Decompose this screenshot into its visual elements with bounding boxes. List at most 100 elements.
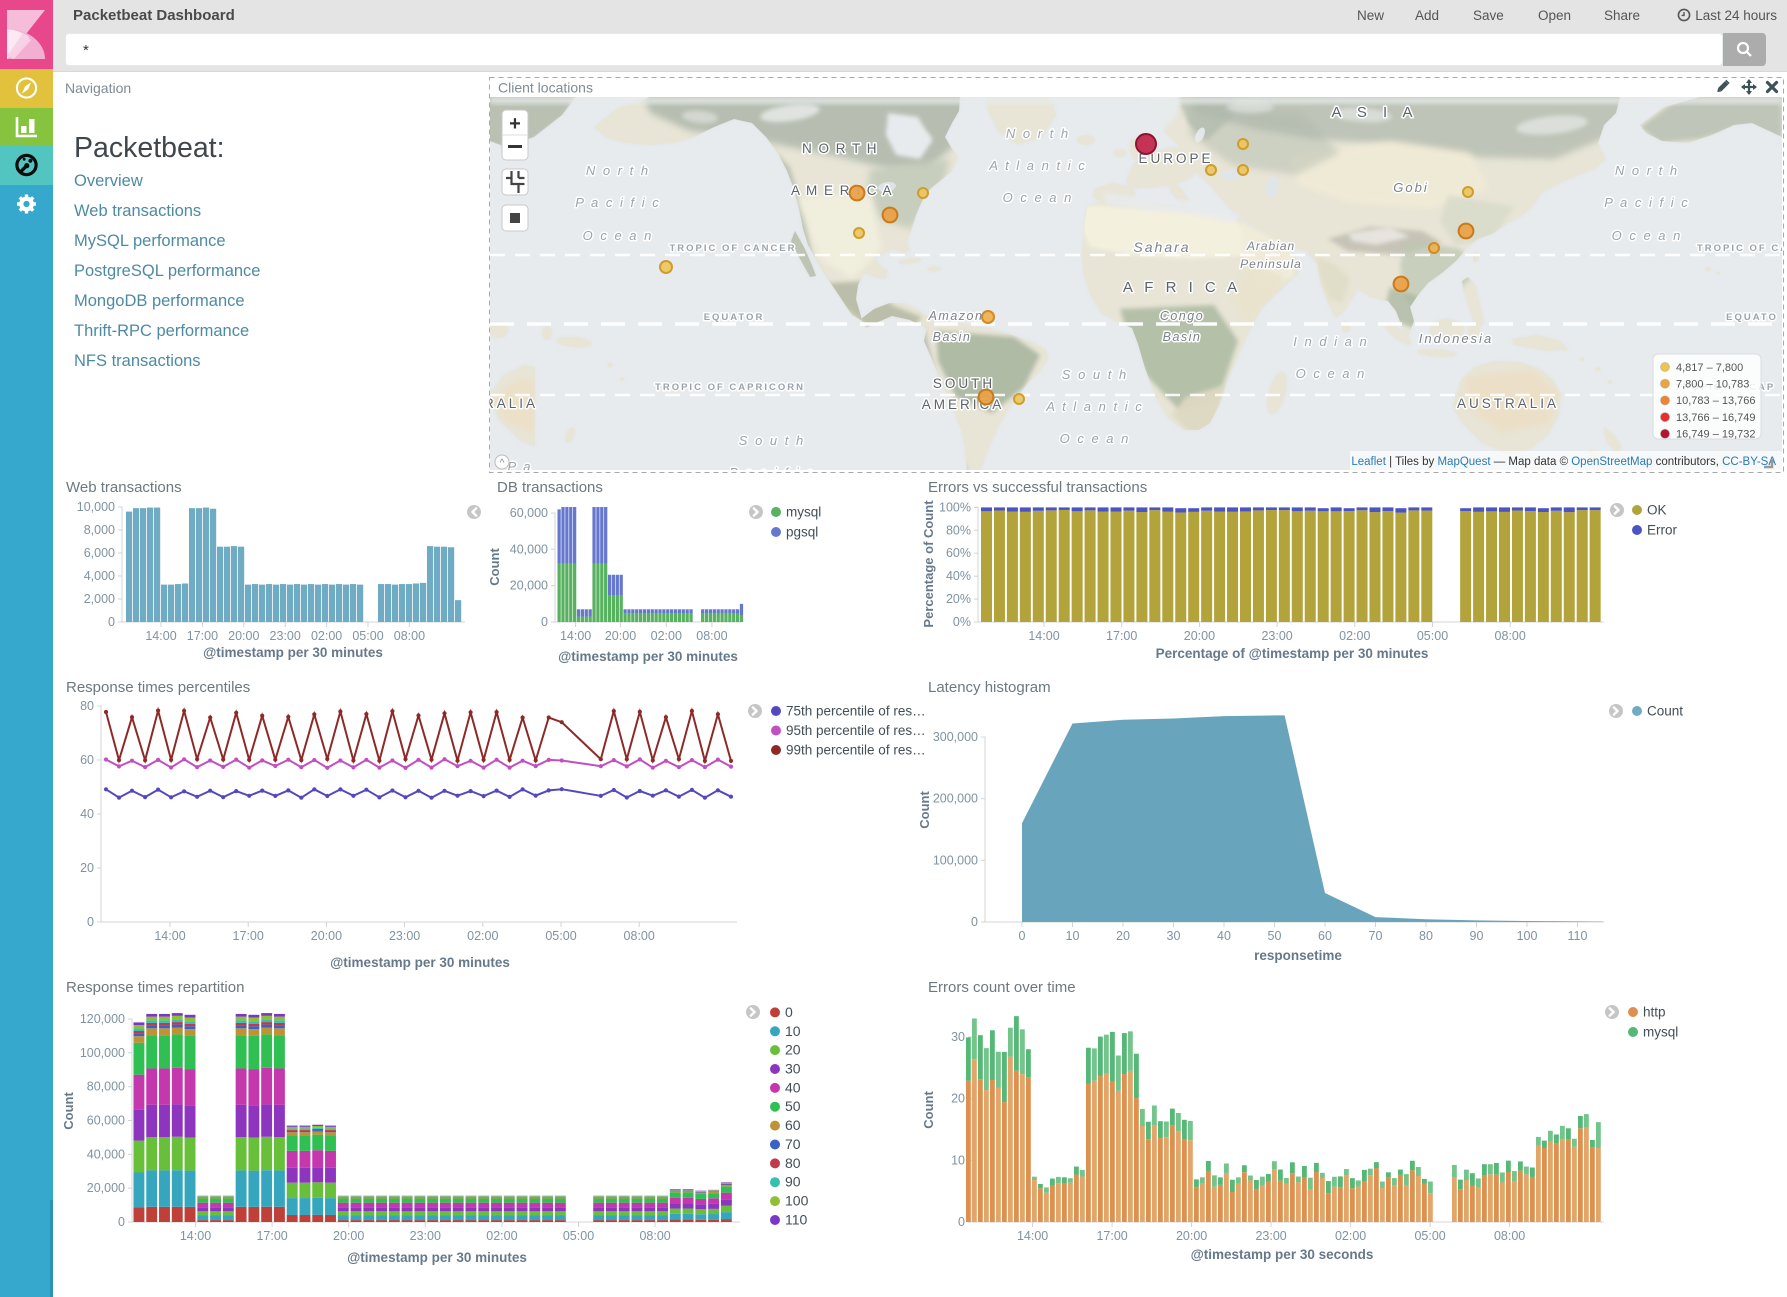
svg-text:120,000: 120,000 [80, 1012, 125, 1026]
svg-text:2,000: 2,000 [84, 592, 115, 606]
svg-text:Count: Count [917, 791, 932, 829]
svg-text:50: 50 [1268, 929, 1282, 943]
svg-text:02:00: 02:00 [486, 1229, 517, 1243]
svg-text:0: 0 [958, 1215, 965, 1229]
svg-text:14:00: 14:00 [180, 1229, 211, 1243]
svg-text:@timestamp per 30 minutes: @timestamp per 30 minutes [330, 955, 510, 970]
svg-text:mysql: mysql [1643, 1025, 1678, 1040]
svg-text:60,000: 60,000 [87, 1114, 125, 1128]
svg-text:0%: 0% [953, 615, 971, 629]
svg-text:8,000: 8,000 [84, 523, 115, 537]
svg-text:20: 20 [785, 1042, 801, 1058]
svg-text:20:00: 20:00 [311, 929, 342, 943]
svg-text:@timestamp per 30 seconds: @timestamp per 30 seconds [1191, 1247, 1374, 1262]
svg-text:08:00: 08:00 [394, 629, 425, 643]
svg-text:Error: Error [1647, 523, 1678, 538]
svg-text:17:00: 17:00 [256, 1229, 287, 1243]
svg-text:responsetime: responsetime [1254, 948, 1342, 963]
svg-text:90: 90 [785, 1174, 801, 1190]
svg-text:30: 30 [1167, 929, 1181, 943]
svg-text:100: 100 [785, 1193, 809, 1209]
svg-text:30: 30 [785, 1061, 801, 1077]
svg-text:08:00: 08:00 [1495, 629, 1526, 643]
svg-text:50: 50 [785, 1098, 801, 1114]
svg-text:80%: 80% [946, 523, 971, 537]
svg-text:80,000: 80,000 [87, 1080, 125, 1094]
svg-text:60: 60 [1318, 929, 1332, 943]
svg-text:05:00: 05:00 [352, 629, 383, 643]
svg-text:20:00: 20:00 [1176, 1229, 1207, 1243]
svg-text:OK: OK [1647, 503, 1667, 518]
svg-text:08:00: 08:00 [1494, 1229, 1525, 1243]
svg-text:75th percentile of res…: 75th percentile of res… [786, 704, 926, 719]
svg-text:30: 30 [951, 1030, 965, 1044]
svg-text:17:00: 17:00 [1106, 629, 1137, 643]
svg-text:08:00: 08:00 [624, 929, 655, 943]
svg-text:20:00: 20:00 [605, 629, 636, 643]
svg-text:70: 70 [785, 1136, 801, 1152]
svg-text:02:00: 02:00 [311, 629, 342, 643]
svg-text:100,000: 100,000 [933, 853, 978, 867]
svg-text:23:00: 23:00 [410, 1229, 441, 1243]
svg-text:110: 110 [785, 1212, 808, 1228]
svg-text:0: 0 [785, 1004, 793, 1020]
svg-text:10: 10 [951, 1153, 965, 1167]
svg-text:40: 40 [785, 1079, 801, 1095]
svg-text:80: 80 [80, 699, 94, 713]
svg-text:Count: Count [61, 1092, 76, 1130]
svg-text:@timestamp per 30 minutes: @timestamp per 30 minutes [203, 645, 383, 660]
svg-text:14:00: 14:00 [560, 629, 591, 643]
svg-text:95th percentile of res…: 95th percentile of res… [786, 723, 926, 738]
svg-text:Count: Count [921, 1091, 936, 1129]
svg-text:02:00: 02:00 [467, 929, 498, 943]
svg-text:60,000: 60,000 [510, 506, 548, 520]
svg-text:0: 0 [1019, 929, 1026, 943]
svg-text:20:00: 20:00 [228, 629, 259, 643]
svg-text:@timestamp per 30 minutes: @timestamp per 30 minutes [558, 649, 738, 664]
svg-text:14:00: 14:00 [154, 929, 185, 943]
svg-text:20%: 20% [946, 592, 971, 606]
svg-text:14:00: 14:00 [1017, 1229, 1048, 1243]
svg-text:0: 0 [87, 915, 94, 929]
svg-text:0: 0 [971, 915, 978, 929]
svg-text:Errors vs successful transacti: Errors vs successful transactions [928, 479, 1147, 496]
svg-text:60: 60 [80, 753, 94, 767]
svg-text:100,000: 100,000 [80, 1046, 125, 1060]
svg-text:40: 40 [1217, 929, 1231, 943]
svg-text:mysql: mysql [786, 505, 821, 520]
svg-text:80: 80 [785, 1155, 801, 1171]
svg-text:02:00: 02:00 [1339, 629, 1370, 643]
svg-text:08:00: 08:00 [639, 1229, 670, 1243]
svg-text:100%: 100% [939, 500, 971, 514]
svg-text:Response times percentiles: Response times percentiles [66, 679, 250, 696]
svg-text:02:00: 02:00 [651, 629, 682, 643]
svg-text:14:00: 14:00 [1028, 629, 1059, 643]
svg-text:Count: Count [1647, 704, 1683, 719]
svg-text:Response times repartition: Response times repartition [66, 979, 244, 996]
svg-text:6,000: 6,000 [84, 546, 115, 560]
svg-text:14:00: 14:00 [145, 629, 176, 643]
svg-text:10: 10 [785, 1023, 801, 1039]
svg-text:20: 20 [951, 1092, 965, 1106]
svg-text:20: 20 [1116, 929, 1130, 943]
svg-text:10,000: 10,000 [77, 500, 115, 514]
svg-text:0: 0 [118, 1215, 125, 1229]
svg-text:Latency histogram: Latency histogram [928, 679, 1051, 696]
svg-text:110: 110 [1568, 929, 1588, 943]
svg-text:80: 80 [1419, 929, 1433, 943]
svg-text:0: 0 [108, 615, 115, 629]
svg-text:0: 0 [541, 615, 548, 629]
svg-text:99th percentile of res…: 99th percentile of res… [786, 743, 926, 758]
svg-text:60%: 60% [946, 546, 971, 560]
svg-text:10: 10 [1066, 929, 1080, 943]
svg-text:23:00: 23:00 [270, 629, 301, 643]
svg-text:40,000: 40,000 [87, 1147, 125, 1161]
svg-text:Percentage of @timestamp per 3: Percentage of @timestamp per 30 minutes [1156, 646, 1429, 661]
svg-text:pgsql: pgsql [786, 525, 818, 540]
svg-text:Percentage of Count: Percentage of Count [921, 500, 936, 628]
svg-text:@timestamp per 30 minutes: @timestamp per 30 minutes [347, 1250, 527, 1265]
svg-text:20,000: 20,000 [87, 1181, 125, 1195]
svg-text:08:00: 08:00 [696, 629, 727, 643]
svg-text:300,000: 300,000 [933, 730, 978, 744]
svg-text:70: 70 [1369, 929, 1383, 943]
